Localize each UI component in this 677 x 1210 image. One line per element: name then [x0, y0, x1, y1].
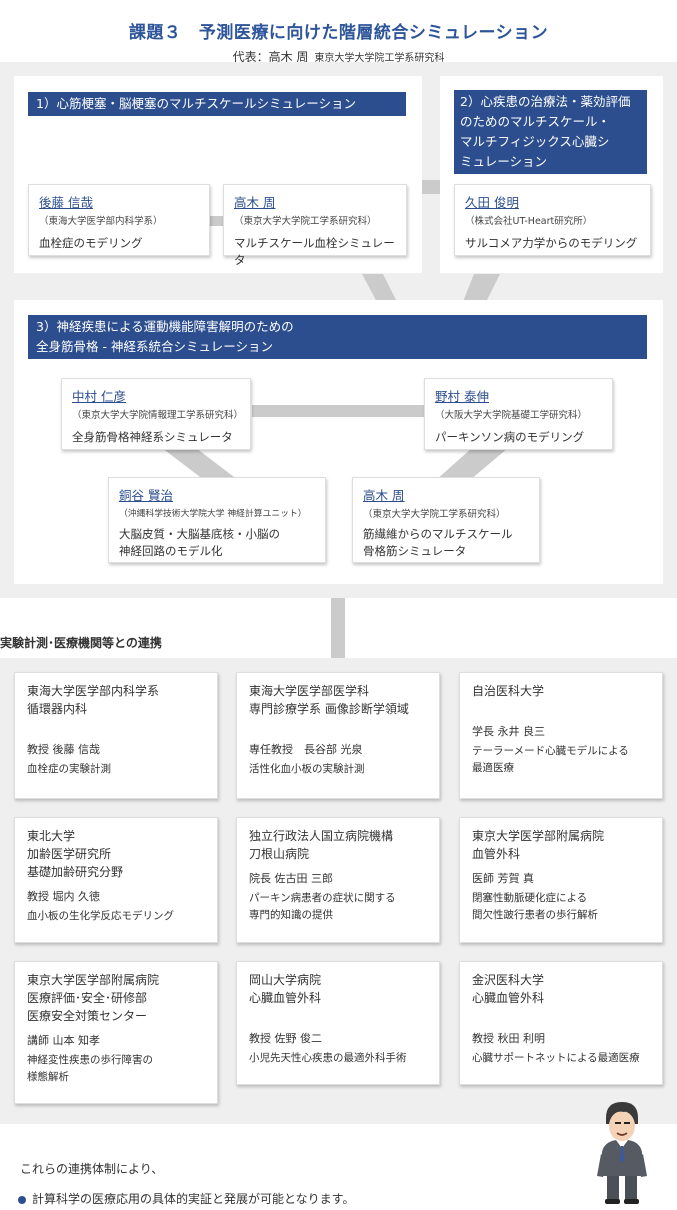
researcher-card-nakamura: 中村 仁彦 （東京大学大学院情報理工学系研究科） 全身筋骨格神経系シミュレータ: [61, 378, 251, 450]
researcher-name[interactable]: 野村 泰伸: [435, 389, 489, 405]
researcher-card-nomura: 野村 泰伸 （大阪大学大学院基礎工学研究科） パーキンソン病のモデリング: [424, 378, 613, 450]
institution-topic: 血栓症の実験計測: [27, 763, 111, 775]
institution-topic: 活性化血小板の実験計測: [249, 763, 365, 775]
institution-topic: 閉塞性動脈硬化症による 間欠性跛行患者の歩行解析: [472, 892, 598, 921]
researcher-card-hisada: 久田 俊明 （株式会社UT-Heart研究所） サルコメア力学からのモデリング: [454, 184, 651, 256]
institution-card: 東京大学医学部附属病院 血管外科 医師 芳賀 真 閉塞性動脈硬化症による 間欠性…: [459, 817, 663, 943]
institution-name: 岡山大学病院 心臓血管外科: [249, 973, 322, 1005]
institution-card: 自治医科大学 学長 永井 良三 テーラーメード心臓モデルによる 最適医療: [459, 672, 663, 799]
researcher-affiliation: （東海大学医学部内科学系）: [39, 216, 163, 227]
institution-name: 自治医科大学: [472, 684, 545, 698]
institution-topic: テーラーメード心臓モデルによる 最適医療: [472, 745, 629, 774]
institution-card: 独立行政法人国立病院機構 刀根山病院 院長 佐古田 三郎 パーキン病患者の症状に…: [236, 817, 440, 943]
institution-topic: 神経変性疾患の歩行障害の 様態解析: [27, 1054, 153, 1083]
group-1-title: 1）心筋梗塞・脳梗塞のマルチスケールシミュレーション: [28, 92, 406, 116]
institution-name: 東北大学 加齢医学研究所 基礎加齢研究分野: [27, 829, 124, 879]
connector-goto-takagi: [210, 216, 224, 226]
researcher-affiliation: （東京大学大学院情報理工学系研究科）: [72, 410, 244, 421]
researcher-affiliation: （東京大学大学院工学系研究科）: [234, 216, 377, 227]
researcher-card-takagi-2: 高木 周 （東京大学大学院工学系研究科） 筋繊維からのマルチスケール 骨格筋シミ…: [352, 477, 540, 563]
researcher-affiliation: （株式会社UT-Heart研究所）: [465, 216, 593, 227]
institution-name: 東京大学医学部附属病院 医療評価･安全･研修部 医療安全対策センター: [27, 973, 160, 1023]
institution-name: 東海大学医学部内科学系 循環器内科: [27, 684, 160, 716]
institution-person: 教授 堀内 久徳: [27, 890, 100, 903]
collaboration-heading: 実験計測･医療機関等との連携: [0, 636, 162, 650]
researcher-topic: 大脳皮質・大脳基底核・小脳の 神経回路のモデル化: [119, 527, 280, 558]
researcher-affiliation: （大阪大学大学院基礎工学研究科）: [435, 410, 588, 421]
institution-person: 医師 芳賀 真: [472, 872, 534, 885]
researcher-card-takagi: 高木 周 （東京大学大学院工学系研究科） マルチスケール血栓シミュレータ: [223, 184, 407, 267]
institution-person: 教授 秋田 利明: [472, 1032, 545, 1045]
researcher-topic: 筋繊維からのマルチスケール 骨格筋シミュレータ: [363, 527, 513, 558]
page-title: 課題３ 予測医療に向けた階層統合シミュレーション: [128, 23, 549, 43]
researcher-name[interactable]: 後藤 信哉: [39, 195, 93, 211]
institution-card: 東京大学医学部附属病院 医療評価･安全･研修部 医療安全対策センター 講師 山本…: [14, 961, 218, 1104]
researcher-topic: 全身筋骨格神経系シミュレータ: [72, 430, 233, 444]
connector-to-collaboration: [331, 598, 345, 658]
researcher-topic: サルコメア力学からのモデリング: [465, 236, 638, 250]
presenter-illustration-icon: [597, 1102, 647, 1204]
group-3-title: 3）神経疾患による運動機能障害解明のための 全身筋骨格 - 神経系統合シミュレー…: [28, 315, 647, 359]
institution-topic: 心臓サポートネットによる最適医療: [472, 1052, 640, 1064]
institution-name: 東海大学医学部医学科 専門診療学系 画像診断学領域: [249, 684, 409, 716]
group-2-title: 2）心疾患の治療法・薬効評価 のためのマルチスケール・ マルチフィジックス心臓シ…: [454, 90, 647, 174]
bullet-icon: [18, 1195, 26, 1204]
institution-name: 独立行政法人国立病院機構 刀根山病院: [249, 829, 394, 861]
institution-card: 岡山大学病院 心臓血管外科 教授 佐野 俊二 小児先天性心疾患の最適外科手術: [236, 961, 440, 1085]
connector-g1-g2: [422, 180, 440, 194]
researcher-name[interactable]: 高木 周: [363, 488, 404, 504]
institution-person: 教授 佐野 俊二: [249, 1032, 322, 1045]
institution-card: 東海大学医学部医学科 専門診療学系 画像診断学領域 専任教授 長谷部 光泉 活性…: [236, 672, 440, 799]
institution-person: 専任教授 長谷部 光泉: [249, 743, 363, 756]
researcher-card-doya: 銅谷 賢治 （沖縄科学技術大学院大学 神経計算ユニット） 大脳皮質・大脳基底核・…: [108, 477, 326, 563]
conclusion-intro: これらの連携体制により、: [20, 1162, 164, 1176]
researcher-topic: 血栓症のモデリング: [39, 236, 143, 250]
researcher-name[interactable]: 高木 周: [234, 195, 275, 211]
institution-card: 金沢医科大学 心臓血管外科 教授 秋田 利明 心臓サポートネットによる最適医療: [459, 961, 663, 1085]
institution-name: 東京大学医学部附属病院 血管外科: [472, 829, 605, 861]
researcher-card-goto: 後藤 信哉 （東海大学医学部内科学系） 血栓症のモデリング: [28, 184, 210, 256]
institution-person: 院長 佐古田 三郎: [249, 872, 333, 885]
institution-person: 講師 山本 知孝: [27, 1034, 100, 1047]
institution-card: 東海大学医学部内科学系 循環器内科 教授 後藤 信哉 血栓症の実験計測: [14, 672, 218, 799]
conclusion-point: 計算科学の医療応用の具体的実証と発展が可能となります。: [18, 1190, 354, 1207]
institution-person: 教授 後藤 信哉: [27, 743, 100, 756]
researcher-affiliation: （東京大学大学院工学系研究科）: [363, 509, 506, 520]
institution-topic: 血小板の生化学反応モデリング: [27, 910, 174, 922]
institution-name: 金沢医科大学 心臓血管外科: [472, 973, 545, 1005]
institution-card: 東北大学 加齢医学研究所 基礎加齢研究分野 教授 堀内 久徳 血小板の生化学反応…: [14, 817, 218, 943]
researcher-name[interactable]: 中村 仁彦: [72, 389, 126, 405]
researcher-topic: パーキンソン病のモデリング: [435, 430, 585, 444]
researcher-affiliation: （沖縄科学技術大学院大学 神経計算ユニット）: [119, 509, 307, 519]
institution-topic: 小児先天性心疾患の最適外科手術: [249, 1052, 407, 1064]
conclusion-point-text: 計算科学の医療応用の具体的実証と発展が可能となります。: [32, 1192, 355, 1206]
researcher-topic: マルチスケール血栓シミュレータ: [234, 236, 395, 267]
researcher-name[interactable]: 久田 俊明: [465, 195, 519, 211]
researcher-name[interactable]: 銅谷 賢治: [119, 488, 173, 504]
institution-topic: パーキン病患者の症状に関する 専門的知識の提供: [249, 892, 396, 921]
institution-person: 学長 永井 良三: [472, 725, 545, 738]
